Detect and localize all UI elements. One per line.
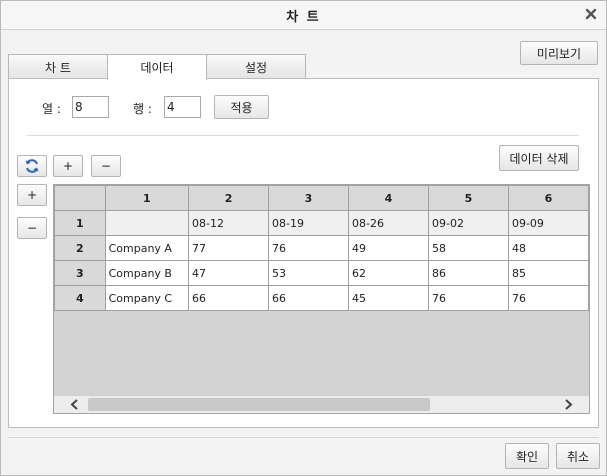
add-row-button[interactable]: + <box>17 184 47 206</box>
remove-row-button[interactable]: − <box>17 217 47 239</box>
row-header[interactable]: 1 <box>54 210 106 236</box>
horizontal-scrollbar[interactable] <box>54 395 589 413</box>
grid-cell[interactable]: 76 <box>268 235 349 261</box>
rows-input[interactable]: 4 <box>164 96 201 118</box>
scroll-right-icon[interactable] <box>561 398 575 411</box>
grid-cell[interactable]: 47 <box>188 260 270 286</box>
column-header[interactable]: 2 <box>188 185 270 211</box>
divider <box>27 135 579 136</box>
data-table: 1 2 3 4 5 6 1 08-12 08-19 08-26 09-02 09… <box>54 185 589 311</box>
table-row: 3 Company B 47 53 62 86 85 <box>54 260 589 286</box>
column-header-row: 1 2 3 4 5 6 <box>54 185 589 211</box>
grid-cell[interactable]: Company C <box>104 285 190 311</box>
grid-cell[interactable]: 66 <box>268 285 349 311</box>
column-header[interactable]: 5 <box>427 185 509 211</box>
close-icon[interactable] <box>584 7 598 21</box>
ok-button[interactable]: 확인 <box>505 443 549 469</box>
footer-divider <box>8 437 599 438</box>
tab-data[interactable]: 데이터 <box>107 54 207 80</box>
refresh-button[interactable] <box>17 155 47 177</box>
column-header[interactable]: 4 <box>348 185 429 211</box>
row-header[interactable]: 2 <box>54 235 106 261</box>
column-header[interactable]: 3 <box>268 185 349 211</box>
grid-cell[interactable]: 49 <box>348 235 429 261</box>
tab-chart[interactable]: 차 트 <box>8 54 108 79</box>
grid-cell[interactable]: 48 <box>507 235 589 261</box>
cancel-button[interactable]: 취소 <box>556 443 600 469</box>
corner-cell <box>54 185 106 211</box>
row-header[interactable]: 3 <box>54 260 106 286</box>
rows-label: 행 : <box>133 102 152 116</box>
apply-button[interactable]: 적용 <box>214 95 269 119</box>
grid-cell[interactable]: 09-09 <box>507 210 589 236</box>
preview-button[interactable]: 미리보기 <box>520 41 598 65</box>
data-panel: 열 : 8 행 : 4 적용 + − 데이터 삭제 + − 1 2 3 4 5 … <box>8 78 599 428</box>
column-header[interactable]: 6 <box>507 185 589 211</box>
grid-cell[interactable]: Company A <box>104 235 190 261</box>
grid-cell[interactable]: 08-19 <box>268 210 349 236</box>
grid-cell[interactable]: 86 <box>427 260 509 286</box>
grid-cell[interactable]: 53 <box>268 260 349 286</box>
grid-cell[interactable]: 09-02 <box>427 210 509 236</box>
grid-cell[interactable]: 85 <box>507 260 589 286</box>
grid-cell[interactable]: 76 <box>427 285 509 311</box>
table-row: 1 08-12 08-19 08-26 09-02 09-09 <box>54 210 589 236</box>
grid-cell[interactable]: Company B <box>104 260 190 286</box>
table-row: 2 Company A 77 76 49 58 48 <box>54 235 589 261</box>
chart-dialog: 차 트 미리보기 차 트 데이터 설정 열 : 8 행 : 4 적용 + − 데… <box>0 0 607 476</box>
scroll-left-icon[interactable] <box>68 398 82 411</box>
remove-column-button[interactable]: − <box>91 155 121 177</box>
dialog-title: 차 트 <box>286 10 321 25</box>
columns-input[interactable]: 8 <box>72 96 109 118</box>
grid-cell[interactable]: 08-12 <box>188 210 270 236</box>
grid-cell[interactable]: 66 <box>188 285 270 311</box>
grid-cell[interactable]: 58 <box>427 235 509 261</box>
data-grid: 1 2 3 4 5 6 1 08-12 08-19 08-26 09-02 09… <box>53 184 590 414</box>
table-row: 4 Company C 66 66 45 76 76 <box>54 285 589 311</box>
add-column-button[interactable]: + <box>53 155 83 177</box>
grid-cell[interactable]: 76 <box>507 285 589 311</box>
refresh-icon <box>25 159 39 173</box>
column-header[interactable]: 1 <box>104 185 190 211</box>
grid-cell[interactable] <box>104 210 190 236</box>
scrollbar-thumb[interactable] <box>88 398 430 411</box>
columns-label: 열 : <box>42 102 61 116</box>
grid-cell[interactable]: 08-26 <box>348 210 429 236</box>
grid-cell[interactable]: 77 <box>188 235 270 261</box>
dialog-titlebar: 차 트 <box>1 1 606 30</box>
row-header[interactable]: 4 <box>54 285 106 311</box>
grid-cell[interactable]: 45 <box>348 285 429 311</box>
delete-data-button[interactable]: 데이터 삭제 <box>499 145 579 171</box>
tab-settings[interactable]: 설정 <box>206 54 306 79</box>
grid-cell[interactable]: 62 <box>348 260 429 286</box>
